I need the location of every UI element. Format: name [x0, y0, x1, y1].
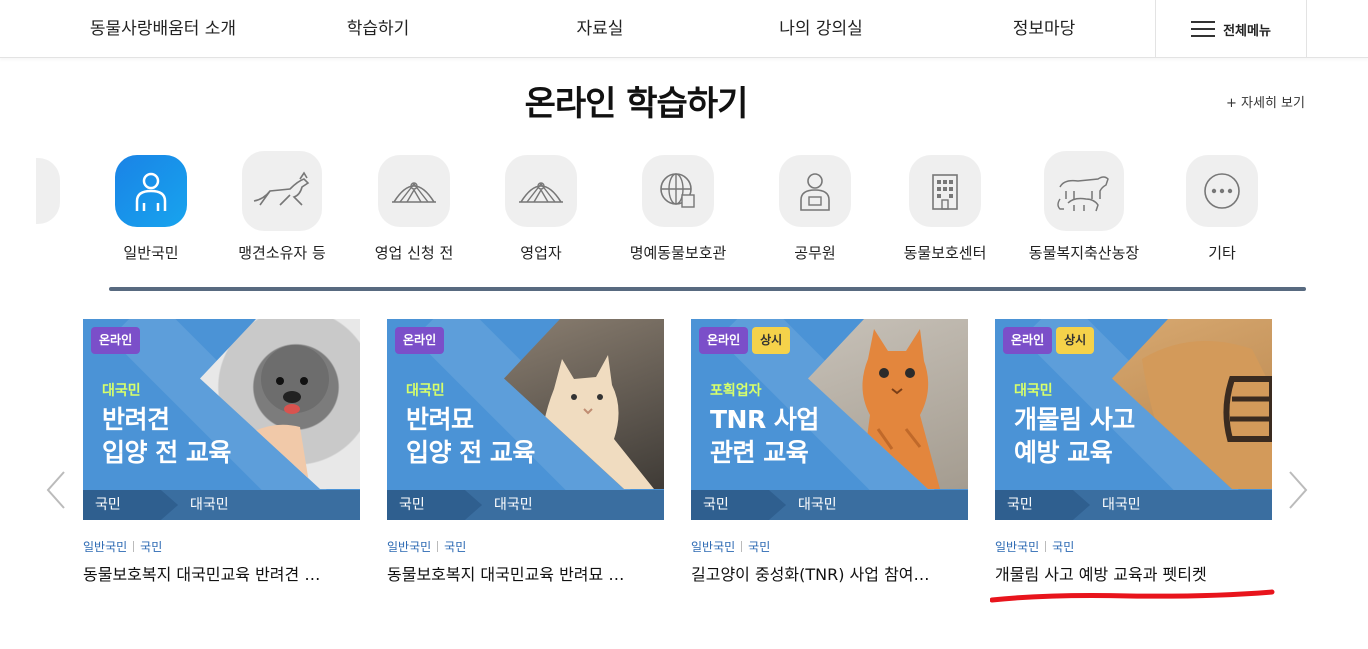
card-heading: 반려묘 입양 전 교육	[406, 405, 535, 467]
category-label: 기타	[1208, 244, 1236, 262]
all-menu-button[interactable]: 전체메뉴	[1155, 0, 1307, 58]
course-card[interactable]: 온라인 상시 포획업자 TNR 사업 관련 교육 국민 대국민 일반국민 국민 길…	[691, 319, 968, 585]
course-thumbnail: 온라인 대국민 반려견 입양 전 교육 국민 대국민	[83, 319, 360, 520]
card-subtitle: 대국민	[102, 383, 141, 399]
view-more-link[interactable]: + 자세히 보기	[1226, 92, 1305, 111]
category-label: 영업 신청 전	[374, 244, 454, 262]
course-card[interactable]: 온라인 대국민 반려묘 입양 전 교육 국민 대국민 일반국민 국민 동물보호복지…	[387, 319, 664, 585]
always-badge: 상시	[1056, 327, 1095, 354]
card-heading: TNR 사업 관련 교육	[710, 405, 819, 467]
category-protection-center[interactable]: 동물보호센터	[875, 155, 1015, 263]
course-card[interactable]: 온라인 대국민 반려견 입양 전 교육 국민 대국민 일반국민 국민 동물보호복지…	[83, 319, 360, 585]
footer-right-label: 대국민	[798, 497, 837, 513]
running-dog-icon	[242, 151, 322, 231]
meta-category: 일반국민	[691, 540, 736, 554]
card-footer: 국민 대국민	[83, 490, 360, 520]
meta-target: 국민	[444, 540, 467, 554]
meta-category: 일반국민	[387, 540, 432, 554]
nav-item-about[interactable]: 동물사랑배움터 소개	[68, 0, 258, 58]
all-menu-label: 전체메뉴	[1223, 23, 1271, 39]
card-heading: 개물림 사고 예방 교육	[1014, 405, 1135, 467]
card-footer: 국민 대국민	[995, 490, 1272, 520]
card-title[interactable]: 길고양이 중성화(TNR) 사업 참여자 교육	[691, 561, 943, 585]
card-footer: 국민 대국민	[387, 490, 664, 520]
category-public-official[interactable]: 공무원	[745, 155, 885, 263]
category-peek	[36, 158, 60, 224]
top-navigation: 동물사랑배움터 소개 학습하기 자료실 나의 강의실 정보마당 전체메뉴	[0, 0, 1368, 58]
officer-icon	[779, 155, 851, 227]
card-subtitle: 대국민	[1014, 383, 1053, 399]
handshake-icon	[505, 155, 577, 227]
footer-left-label: 국민	[1007, 497, 1033, 513]
card-meta: 일반국민 국민	[995, 538, 1272, 555]
nav-item-library[interactable]: 자료실	[540, 0, 660, 58]
footer-left-label: 국민	[703, 497, 729, 513]
online-badge: 온라인	[91, 327, 141, 354]
category-label: 영업자	[520, 244, 562, 262]
category-label: 공무원	[794, 244, 836, 262]
category-dog-owner[interactable]: 맹견소유자 등	[212, 151, 352, 263]
category-general-public[interactable]: 일반국민	[81, 155, 221, 263]
nav-item-learning[interactable]: 학습하기	[318, 0, 438, 58]
card-heading: 반려견 입양 전 교육	[102, 405, 231, 467]
meta-target: 국민	[1052, 540, 1075, 554]
card-meta: 일반국민 국민	[387, 538, 664, 555]
course-thumbnail: 온라인 대국민 반려묘 입양 전 교육 국민 대국민	[387, 319, 664, 520]
prev-arrow-icon[interactable]	[44, 470, 68, 510]
category-before-business[interactable]: 영업 신청 전	[344, 155, 484, 263]
category-welfare-farm[interactable]: 동물복지축산농장	[1014, 151, 1154, 263]
category-label: 동물복지축산농장	[1028, 244, 1140, 262]
online-badge: 온라인	[1003, 327, 1053, 354]
meta-target: 국민	[140, 540, 163, 554]
footer-left-label: 국민	[95, 497, 121, 513]
livestock-icon	[1044, 151, 1124, 231]
footer-right-label: 대국민	[494, 497, 533, 513]
category-label: 명예동물보호관	[629, 244, 727, 262]
card-title[interactable]: 개물림 사고 예방 교육과 펫티켓	[995, 561, 1247, 585]
category-honorary-protector[interactable]: 명예동물보호관	[608, 155, 748, 263]
always-badge: 상시	[752, 327, 791, 354]
course-thumbnail: 온라인 상시 대국민 개물림 사고 예방 교육 국민 대국민	[995, 319, 1272, 520]
meta-target: 국민	[748, 540, 771, 554]
card-title[interactable]: 동물보호복지 대국민교육 반려묘 입양 전 교육	[387, 561, 639, 585]
category-scroll-bar	[109, 287, 1306, 291]
footer-left-label: 국민	[399, 497, 425, 513]
category-label: 맹견소유자 등	[238, 244, 326, 262]
meta-category: 일반국민	[83, 540, 128, 554]
meta-category: 일반국민	[995, 540, 1040, 554]
card-subtitle: 대국민	[406, 383, 445, 399]
card-subtitle: 포획업자	[710, 383, 762, 399]
footer-right-label: 대국민	[190, 497, 229, 513]
online-badge: 온라인	[699, 327, 749, 354]
person-icon	[115, 155, 187, 227]
building-icon	[909, 155, 981, 227]
category-label: 동물보호센터	[903, 244, 987, 262]
page-title: 온라인 학습하기	[524, 84, 749, 124]
card-footer: 국민 대국민	[691, 490, 968, 520]
category-label: 일반국민	[123, 244, 179, 262]
category-other[interactable]: 기타	[1152, 155, 1292, 263]
globe-icon	[642, 155, 714, 227]
nav-item-my-classroom[interactable]: 나의 강의실	[756, 0, 886, 58]
handshake-icon	[378, 155, 450, 227]
course-card[interactable]: 온라인 상시 대국민 개물림 사고 예방 교육 국민 대국민 일반국민 국민 개물…	[995, 319, 1272, 585]
next-arrow-icon[interactable]	[1286, 470, 1310, 510]
online-badge: 온라인	[395, 327, 445, 354]
red-underline-annotation	[990, 589, 1275, 603]
nav-item-info[interactable]: 정보마당	[984, 0, 1104, 58]
category-business-operator[interactable]: 영업자	[471, 155, 611, 263]
course-thumbnail: 온라인 상시 포획업자 TNR 사업 관련 교육 국민 대국민	[691, 319, 968, 520]
hamburger-icon	[1191, 20, 1216, 38]
card-meta: 일반국민 국민	[691, 538, 968, 555]
card-meta: 일반국민 국민	[83, 538, 360, 555]
more-icon	[1186, 155, 1258, 227]
card-title[interactable]: 동물보호복지 대국민교육 반려견 입양 전 교육	[83, 561, 335, 585]
footer-right-label: 대국민	[1102, 497, 1141, 513]
